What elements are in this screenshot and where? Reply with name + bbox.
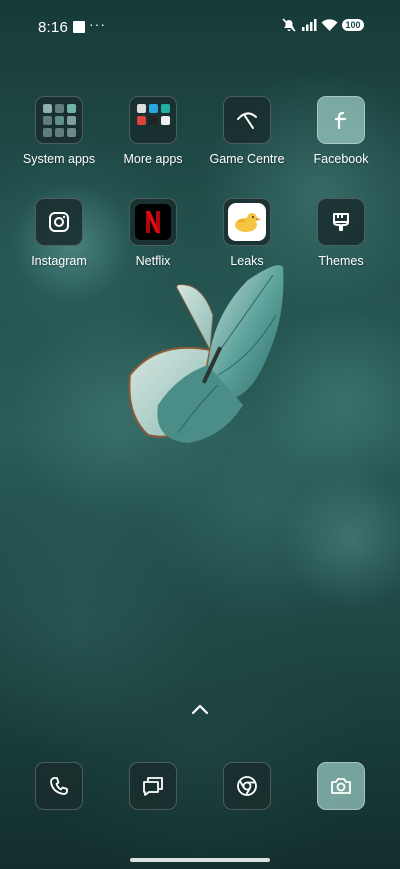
app-label: Instagram [31, 254, 87, 268]
app-label: Facebook [313, 152, 369, 166]
home-gesture-bar[interactable] [130, 858, 270, 862]
mute-icon [282, 18, 296, 32]
app-label: Themes [318, 254, 364, 268]
status-time: 8:16 [38, 19, 68, 36]
app-label: More apps [123, 152, 183, 166]
app-more-apps-folder[interactable]: More apps [106, 96, 200, 166]
app-label: Netflix [135, 254, 171, 268]
camera-icon [317, 762, 365, 810]
dock-camera[interactable] [294, 762, 388, 810]
app-themes[interactable]: Themes [294, 198, 388, 268]
app-label: Leaks [230, 254, 264, 268]
instagram-icon [35, 198, 83, 246]
facebook-icon [317, 96, 365, 144]
netflix-icon [129, 198, 177, 246]
butterfly-wallpaper-image [128, 265, 284, 443]
folder-icon [35, 96, 83, 144]
game-centre-icon [223, 96, 271, 144]
notification-square-icon [73, 21, 85, 33]
battery-icon: 100 [342, 19, 364, 31]
app-instagram[interactable]: Instagram [12, 198, 106, 268]
app-drawer-up-arrow-icon[interactable] [188, 700, 212, 718]
dock-chrome[interactable] [200, 762, 294, 810]
leaks-icon [223, 198, 271, 246]
dock-messages[interactable] [106, 762, 200, 810]
app-netflix[interactable]: Netflix [106, 198, 200, 268]
app-label: Game Centre [209, 152, 285, 166]
status-bar: 8:16 ··· 100 [0, 0, 400, 56]
more-notifications-icon: ··· [89, 16, 106, 32]
wifi-icon [321, 19, 338, 31]
phone-icon [35, 762, 83, 810]
app-game-centre[interactable]: Game Centre [200, 96, 294, 166]
folder-icon [129, 96, 177, 144]
messages-icon [129, 762, 177, 810]
app-leaks[interactable]: Leaks [200, 198, 294, 268]
signal-icon [302, 19, 317, 31]
chrome-icon [223, 762, 271, 810]
app-system-apps-folder[interactable]: System apps [12, 96, 106, 166]
dock-phone[interactable] [12, 762, 106, 810]
app-facebook[interactable]: Facebook [294, 96, 388, 166]
themes-brush-icon [317, 198, 365, 246]
app-label: System apps [22, 152, 96, 166]
